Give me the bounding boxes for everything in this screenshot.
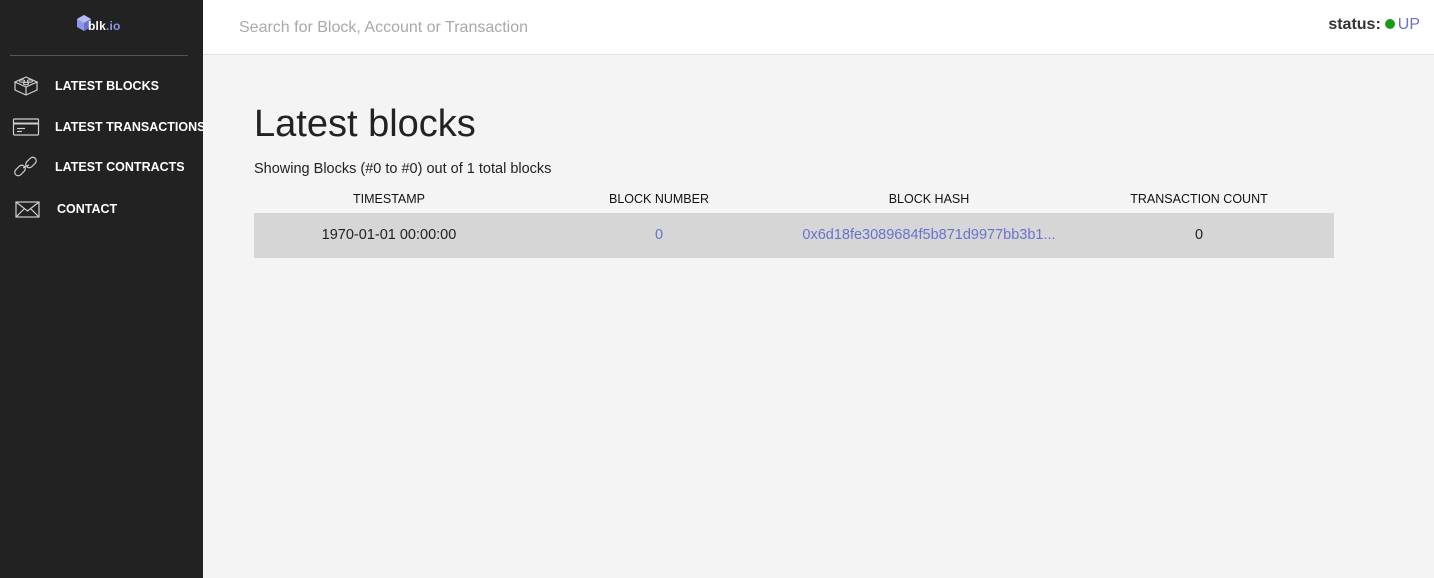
envelope-icon <box>15 201 40 218</box>
sidebar: blk.io LATEST BLOCKS LATEST TRANSACTIONS… <box>0 0 206 578</box>
sidebar-item-latest-blocks[interactable]: LATEST BLOCKS <box>0 68 203 104</box>
sidebar-item-label: CONTACT <box>57 202 118 216</box>
column-header-block-number: BLOCK NUMBER <box>608 192 710 206</box>
block-number-link[interactable]: 0 <box>524 227 794 243</box>
sidebar-item-contact[interactable]: CONTACT <box>0 191 203 227</box>
search-input[interactable] <box>239 14 939 42</box>
logo-text: blk.io <box>88 19 121 33</box>
showing-count-text: Showing Blocks (#0 to #0) out of 1 total… <box>254 161 552 177</box>
status-dot-icon <box>1384 19 1395 29</box>
sidebar-item-latest-transactions[interactable]: LATEST TRANSACTIONS <box>0 109 206 145</box>
column-header-block-hash: BLOCK HASH <box>888 192 970 206</box>
blocks-table: TIMESTAMP BLOCK NUMBER BLOCK HASH TRANSA… <box>254 190 1334 258</box>
link-icon <box>14 156 37 177</box>
status-indicator: status: UP <box>1328 16 1420 34</box>
sidebar-item-label: LATEST BLOCKS <box>55 79 159 93</box>
sidebar-item-latest-contracts[interactable]: LATEST CONTRACTS <box>0 149 203 185</box>
table-header: TIMESTAMP BLOCK NUMBER BLOCK HASH TRANSA… <box>254 190 1334 213</box>
column-header-timestamp: TIMESTAMP <box>353 192 425 206</box>
card-icon <box>12 118 40 136</box>
status-value: UP <box>1397 16 1420 33</box>
top-bar: status: UP <box>203 0 1434 55</box>
sidebar-divider <box>10 55 188 56</box>
cell-timestamp: 1970-01-01 00:00:00 <box>321 227 457 243</box>
logo[interactable]: blk.io <box>76 12 126 36</box>
page-title: Latest blocks <box>254 103 476 145</box>
sidebar-item-label: LATEST TRANSACTIONS <box>55 120 206 134</box>
status-label: status: <box>1328 16 1381 33</box>
column-header-transaction-count: TRANSACTION COUNT <box>1130 192 1268 206</box>
cell-transaction-count: 0 <box>1194 227 1204 243</box>
blocks-icon <box>13 76 39 96</box>
sidebar-item-label: LATEST CONTRACTS <box>55 160 185 174</box>
table-row[interactable]: 1970-01-01 00:00:00 0 0x6d18fe3089684f5b… <box>254 213 1334 258</box>
block-hash-link[interactable]: 0x6d18fe3089684f5b871d9977bb3b1... <box>794 227 1064 243</box>
